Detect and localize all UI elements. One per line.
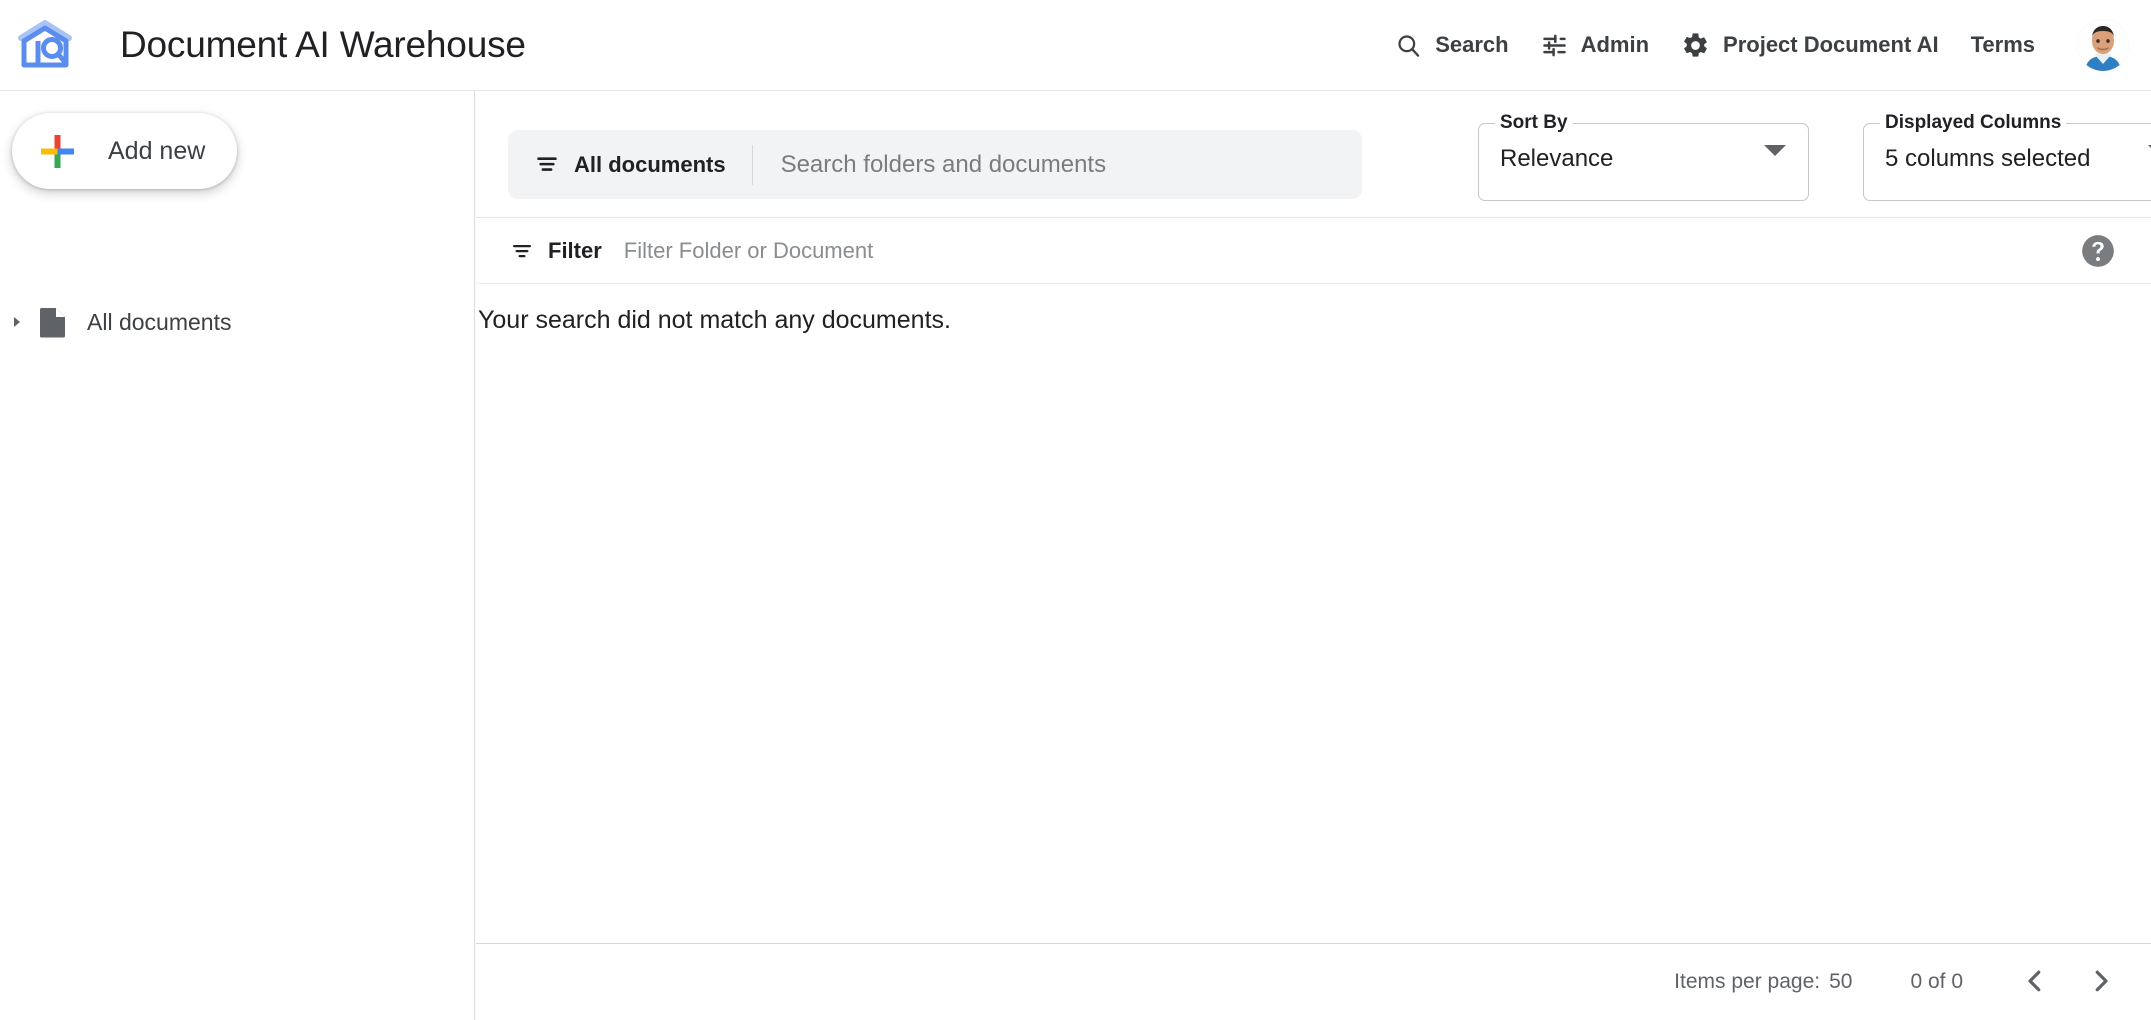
subject-icon xyxy=(534,152,560,178)
filter-row: Filter xyxy=(476,218,2151,284)
displayed-columns-value: 5 columns selected xyxy=(1885,145,2090,173)
sort-by-select[interactable]: Sort By Relevance xyxy=(1478,123,1809,201)
previous-page-button[interactable] xyxy=(2007,954,2063,1010)
chevron-right-icon xyxy=(2086,966,2116,999)
add-new-label: Add new xyxy=(108,137,205,166)
sidebar: Add new All documents xyxy=(0,91,475,1020)
help-icon[interactable] xyxy=(2079,232,2117,270)
nav-item-search-label: Search xyxy=(1435,32,1508,58)
app-root: Document AI Warehouse Search xyxy=(0,0,2151,1020)
items-per-page-label: Items per page: xyxy=(1674,970,1820,994)
items-per-page-select[interactable]: Items per page: 50 xyxy=(1674,970,1852,994)
tune-icon xyxy=(1541,32,1568,59)
search-toolbar: All documents Sort By Relevance Displaye… xyxy=(476,91,2151,218)
nav-item-search[interactable]: Search xyxy=(1379,18,1524,72)
search-input[interactable] xyxy=(753,130,1362,199)
search-scope-chip[interactable]: All documents xyxy=(508,130,752,199)
avatar[interactable] xyxy=(2077,19,2129,71)
paginator: Items per page: 50 0 of 0 xyxy=(476,944,2151,1020)
sort-by-value: Relevance xyxy=(1500,145,1613,173)
main-content: All documents Sort By Relevance Displaye… xyxy=(476,91,2151,1020)
sidebar-item-label: All documents xyxy=(87,309,231,336)
items-per-page-value: 50 xyxy=(1829,970,1852,994)
displayed-columns-label: Displayed Columns xyxy=(1880,112,2066,134)
nav-item-admin[interactable]: Admin xyxy=(1525,18,1665,72)
empty-results-message: Your search did not match any documents. xyxy=(478,306,951,335)
chevron-down-icon[interactable] xyxy=(1764,156,1786,174)
plus-icon xyxy=(38,132,77,171)
filter-input[interactable] xyxy=(622,228,2079,274)
results-area: Your search did not match any documents. xyxy=(476,284,2151,944)
nav-item-terms-label: Terms xyxy=(1971,32,2035,58)
filter-label: Filter xyxy=(548,238,602,264)
nav-item-project-label: Project Document AI xyxy=(1723,32,1939,58)
displayed-columns-select[interactable]: Displayed Columns 5 columns selected xyxy=(1863,123,2151,201)
header-nav: Search Admin xyxy=(1379,18,2151,72)
page-title: Document AI Warehouse xyxy=(120,24,526,66)
nav-item-admin-label: Admin xyxy=(1581,32,1649,58)
sort-by-label: Sort By xyxy=(1495,112,1573,134)
search-bar[interactable]: All documents xyxy=(508,130,1362,199)
app-header: Document AI Warehouse Search xyxy=(0,0,2151,91)
filter-icon xyxy=(510,239,534,263)
brand[interactable]: Document AI Warehouse xyxy=(0,19,526,71)
warehouse-search-logo-icon xyxy=(17,19,73,71)
search-scope-label: All documents xyxy=(574,152,726,178)
gear-icon xyxy=(1681,31,1710,60)
chevron-right-icon[interactable] xyxy=(4,309,30,335)
filter-chip[interactable]: Filter xyxy=(510,238,602,264)
nav-item-terms[interactable]: Terms xyxy=(1955,18,2051,72)
chevron-left-icon xyxy=(2020,966,2050,999)
search-icon xyxy=(1395,32,1422,59)
sidebar-item-all-documents[interactable]: All documents xyxy=(0,298,475,346)
add-new-button[interactable]: Add new xyxy=(12,113,237,189)
next-page-button[interactable] xyxy=(2073,954,2129,1010)
document-icon xyxy=(40,307,67,338)
nav-item-project[interactable]: Project Document AI xyxy=(1665,18,1955,72)
page-range-label: 0 of 0 xyxy=(1910,970,1963,994)
